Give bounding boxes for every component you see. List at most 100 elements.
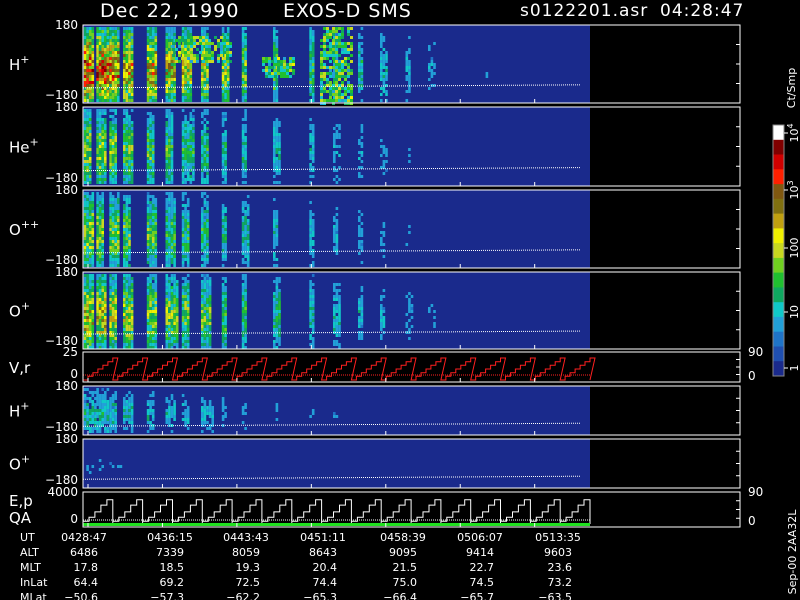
spectrogram-cell bbox=[273, 90, 276, 93]
spectrogram-cell bbox=[111, 172, 115, 175]
spectrogram-cell bbox=[130, 93, 134, 96]
spectrogram-cell bbox=[146, 225, 150, 228]
spectrogram-cell bbox=[201, 121, 204, 124]
spectrogram-cell bbox=[405, 60, 409, 63]
spectrogram-cell bbox=[208, 310, 212, 313]
spectrogram-cell bbox=[104, 121, 107, 124]
spectrogram-cell bbox=[170, 328, 174, 331]
spectrogram-cell bbox=[184, 337, 187, 340]
spectrogram-cell bbox=[123, 243, 126, 246]
spectrogram-cell bbox=[86, 228, 89, 231]
spectrogram-cell bbox=[311, 319, 315, 322]
spectrogram-cell bbox=[311, 289, 315, 292]
spectrogram-cell bbox=[96, 243, 99, 246]
spectrogram-cell bbox=[220, 51, 223, 54]
spectrogram-cell bbox=[91, 343, 95, 346]
spectrogram-cell bbox=[309, 219, 312, 222]
spectrogram-cell bbox=[170, 204, 174, 207]
spectrogram-cell bbox=[88, 343, 92, 346]
spectrogram-cell bbox=[201, 249, 204, 252]
y-axis-max: 180 bbox=[55, 100, 78, 114]
spectrogram-cell bbox=[154, 255, 158, 258]
spectrogram-cell bbox=[173, 286, 176, 289]
spectrogram-cell bbox=[125, 81, 129, 84]
spectrogram-cell bbox=[170, 172, 174, 175]
spectrogram-cell bbox=[184, 313, 187, 316]
spectrogram-cell bbox=[226, 75, 230, 78]
spectrogram-cell bbox=[111, 198, 115, 201]
spectrogram-cell bbox=[86, 160, 89, 163]
spectrogram-cell bbox=[168, 115, 171, 118]
spectrogram-cell bbox=[83, 409, 87, 412]
spectrogram-cell bbox=[123, 54, 126, 57]
spectrogram-cell bbox=[111, 201, 115, 204]
spectrogram-cell bbox=[201, 75, 204, 78]
spectrogram-cell bbox=[168, 139, 171, 142]
spectrogram-cell bbox=[347, 27, 350, 30]
spectrogram-cell bbox=[151, 127, 155, 130]
spectrogram-cell bbox=[221, 136, 225, 139]
spectrogram-cell bbox=[96, 81, 99, 84]
spectrogram-cell bbox=[277, 63, 280, 66]
spectrogram-cell bbox=[408, 51, 411, 54]
spectrogram-cell bbox=[165, 33, 169, 36]
spectrogram-cell bbox=[283, 63, 286, 66]
spectrogram-cell bbox=[203, 118, 207, 121]
spectrogram-cell bbox=[151, 195, 155, 198]
spectrogram-cell bbox=[128, 313, 131, 316]
spectrogram-cell bbox=[309, 252, 312, 255]
spectrogram-cell bbox=[88, 63, 92, 66]
spectrogram-cell bbox=[149, 204, 152, 207]
spectrogram-cell bbox=[168, 51, 171, 54]
spectrogram-cell bbox=[335, 30, 338, 33]
spectrogram-cell bbox=[111, 166, 115, 169]
spectrogram-cell bbox=[125, 84, 129, 87]
spectrogram-cell bbox=[104, 84, 107, 87]
spectrogram-cell bbox=[181, 48, 184, 51]
spectrogram-cell bbox=[83, 66, 87, 69]
spectrogram-cell bbox=[275, 39, 279, 42]
spectrogram-cell bbox=[149, 181, 152, 184]
spectrogram-cell bbox=[173, 81, 176, 84]
spectrogram-cell bbox=[221, 228, 225, 231]
spectrogram-cell bbox=[347, 48, 350, 51]
colorbar-swatch bbox=[773, 243, 784, 259]
spectrogram-cell bbox=[128, 337, 131, 340]
spectrogram-cell bbox=[221, 142, 225, 145]
spectrogram-cell bbox=[309, 30, 312, 33]
spectrogram-cell bbox=[168, 231, 171, 234]
spectrogram-cell bbox=[206, 301, 209, 304]
spectrogram-cell bbox=[151, 145, 155, 148]
spectrogram-cell bbox=[114, 406, 117, 409]
spectrogram-cell bbox=[224, 292, 227, 295]
spectrogram-cell bbox=[125, 337, 129, 340]
spectrogram-cell bbox=[114, 121, 117, 124]
colorbar-tick-base: 1 bbox=[788, 365, 800, 372]
spectrogram-cell bbox=[165, 310, 169, 313]
spectrogram-cell bbox=[192, 142, 195, 145]
spectrogram-cell bbox=[96, 298, 99, 301]
spectrogram-cell bbox=[146, 75, 150, 78]
spectrogram-cell bbox=[335, 213, 339, 216]
spectrogram-cell bbox=[173, 36, 176, 39]
spectrogram-cell bbox=[168, 39, 171, 42]
spectrogram-cell bbox=[96, 72, 99, 75]
spectrogram-cell bbox=[382, 255, 386, 258]
spectrogram-cell bbox=[91, 90, 95, 93]
spectrogram-cell bbox=[146, 51, 150, 54]
spectrogram-cell bbox=[86, 243, 89, 246]
spectrogram-cell bbox=[168, 255, 171, 258]
spectrogram-cell bbox=[91, 63, 95, 66]
spectrogram-cell bbox=[358, 234, 361, 237]
spectrogram-cell bbox=[128, 319, 131, 322]
spectrogram-cell bbox=[170, 181, 174, 184]
spectrogram-cell bbox=[83, 246, 87, 249]
spectrogram-cell bbox=[181, 39, 184, 42]
spectrogram-cell bbox=[109, 243, 112, 246]
spectrogram-cell bbox=[86, 124, 89, 127]
spectrogram-cell bbox=[311, 30, 315, 33]
spectrogram-cell bbox=[203, 157, 207, 160]
spectrogram-cell bbox=[217, 45, 220, 48]
spectrogram-cell bbox=[96, 430, 99, 433]
spectrogram-cell bbox=[181, 148, 185, 151]
